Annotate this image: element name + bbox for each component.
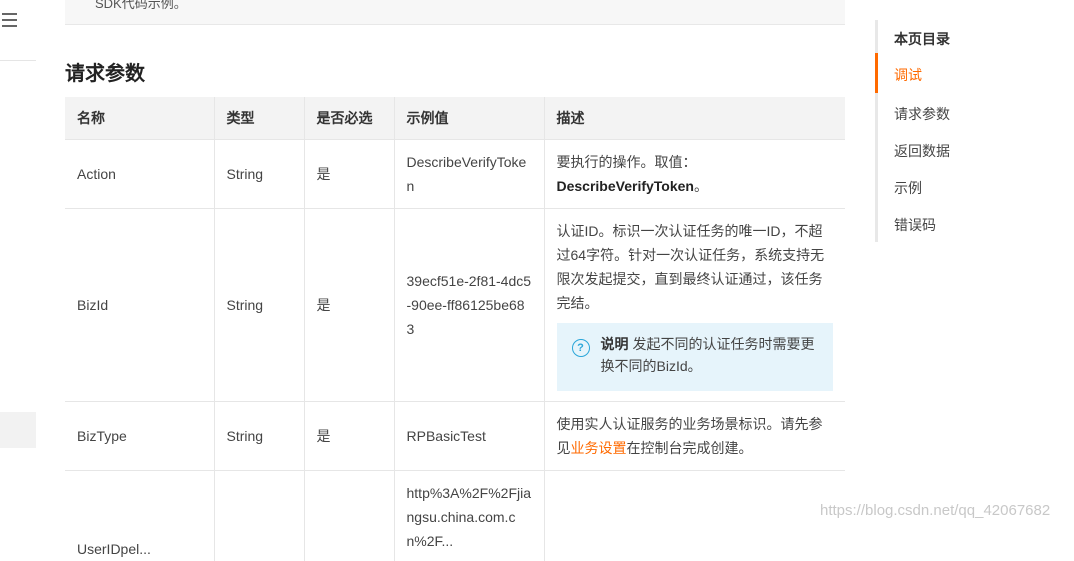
menu-icon[interactable] xyxy=(2,13,18,29)
page-toc: 本页目录 调试 请求参数 返回数据 示例 错误码 xyxy=(875,20,1068,242)
cell-name: Action xyxy=(65,139,215,209)
top-note: SDK代码示例。 xyxy=(65,0,845,25)
watermark: https://blog.csdn.net/qq_42067682 xyxy=(820,502,1051,519)
business-settings-link[interactable]: 业务设置 xyxy=(571,440,627,456)
table-row: Action String 是 DescribeVerifyToken 要执行的… xyxy=(65,139,845,209)
cell-type xyxy=(214,470,305,561)
cell-example: DescribeVerifyToken xyxy=(394,139,545,209)
cell-example: 39ecf51e-2f81-4dc5-90ee-ff86125be683 xyxy=(394,208,545,402)
toc-item-response-data[interactable]: 返回数据 xyxy=(894,141,950,161)
left-rail xyxy=(0,0,36,531)
cell-desc: 使用实人认证服务的业务场景标识。请先参见业务设置在控制台完成创建。 xyxy=(544,401,845,471)
cell-type: String xyxy=(214,139,305,209)
toc-item-examples[interactable]: 示例 xyxy=(894,178,922,198)
cell-type: String xyxy=(214,401,305,471)
cell-example: http%3A%2F%2Fjiangsu.china.com.cn%2F... xyxy=(394,470,545,561)
cell-example: RPBasicTest xyxy=(394,401,545,471)
toc-item-error-codes[interactable]: 错误码 xyxy=(894,215,936,235)
top-note-text: SDK代码示例。 xyxy=(95,0,187,11)
toc-item-request-params[interactable]: 请求参数 xyxy=(894,104,950,124)
cell-type: String xyxy=(214,208,305,402)
table-header-row: 名称 类型 是否必选 示例值 描述 xyxy=(65,97,845,140)
desc-post: 在控制台完成创建。 xyxy=(626,440,753,456)
cell-required: 是 xyxy=(304,139,395,209)
cell-name: BizId xyxy=(65,208,215,402)
table-row: BizId String 是 39ecf51e-2f81-4dc5-90ee-f… xyxy=(65,208,845,402)
section-title: 请求参数 xyxy=(65,63,145,85)
rail-divider xyxy=(0,60,36,61)
desc-text: 认证ID。标识一次认证任务的唯一ID，不超过64字符。针对一次认证任务，系统支持… xyxy=(556,223,825,311)
cell-desc: 要执行的操作。取值： DescribeVerifyToken。 xyxy=(544,139,845,209)
cell-required xyxy=(304,470,395,561)
header-required: 是否必选 xyxy=(304,97,395,140)
question-icon: ? xyxy=(571,339,590,357)
doc-content: SDK代码示例。 请求参数 名称 类型 是否必选 示例值 描述 Action S… xyxy=(36,0,856,561)
toc-item-debug[interactable]: 调试 xyxy=(894,65,922,85)
cell-required: 是 xyxy=(304,401,395,471)
rail-block xyxy=(0,412,36,448)
params-table: 名称 类型 是否必选 示例值 描述 Action String 是 Descri… xyxy=(65,97,845,561)
header-name: 名称 xyxy=(65,97,215,140)
header-example: 示例值 xyxy=(394,97,545,140)
note-text: 发起不同的认证任务时需要更换不同的BizId。 xyxy=(600,336,815,374)
desc-text: 要执行的操作。取值： xyxy=(556,154,697,170)
desc-bold: DescribeVerifyToken xyxy=(556,178,694,194)
desc-tail: 。 xyxy=(693,178,708,194)
table-row: UserIDpel... http%3A%2F%2Fjiangsu.china.… xyxy=(65,470,845,561)
cell-desc: 认证ID。标识一次认证任务的唯一ID，不超过64字符。针对一次认证任务，系统支持… xyxy=(544,208,845,402)
toc-active-indicator xyxy=(875,53,878,93)
header-desc: 描述 xyxy=(544,97,845,140)
table-row: BizType String 是 RPBasicTest 使用实人认证服务的业务… xyxy=(65,401,845,471)
toc-title: 本页目录 xyxy=(894,31,950,47)
cell-name: UserIDpel... xyxy=(65,470,215,561)
cell-name: BizType xyxy=(65,401,215,471)
note-label: 说明 xyxy=(600,336,629,352)
cell-desc xyxy=(544,470,845,561)
note-box: ? 说明 发起不同的认证任务时需要更换不同的BizId。 xyxy=(556,323,833,391)
cell-required: 是 xyxy=(304,208,395,402)
header-type: 类型 xyxy=(214,97,305,140)
